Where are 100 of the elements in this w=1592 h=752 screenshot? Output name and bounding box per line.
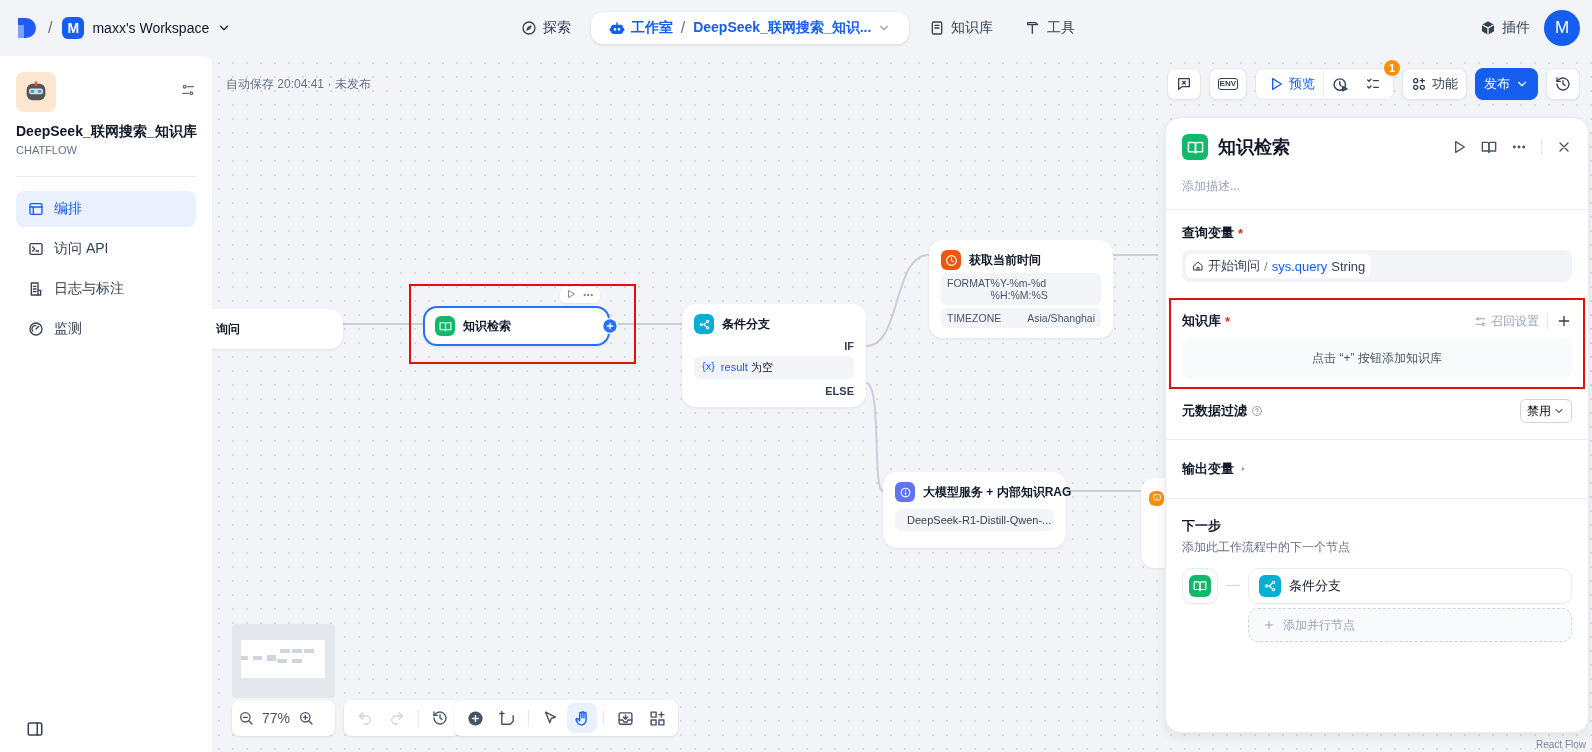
- sidebar-item[interactable]: 编排: [16, 191, 196, 227]
- parameter-key: FORMAT: [947, 277, 991, 301]
- note-icon: [498, 709, 516, 727]
- zoom-level[interactable]: 77%: [256, 710, 297, 726]
- section-title: 下一步: [1182, 517, 1222, 535]
- plus-icon: [1263, 619, 1275, 631]
- node-title: 获取当前时间: [969, 251, 1041, 269]
- hand-tool[interactable]: [567, 703, 597, 733]
- variable-chip[interactable]: 开始询问 / sys.query String: [1186, 254, 1372, 278]
- model-node-icon: [895, 482, 915, 502]
- publish-button[interactable]: 发布: [1475, 68, 1538, 100]
- clock-node-icon: [941, 250, 961, 270]
- parameter-value: Asia/Shanghai: [1027, 312, 1095, 324]
- field-label: 元数据过滤: [1182, 402, 1247, 420]
- parameter-key: TIMEZONE: [947, 312, 1002, 324]
- terminal-icon: [28, 241, 44, 257]
- empty-knowledge-hint: 点击 “+” 按钮添加知识库: [1182, 338, 1572, 379]
- next-node-card[interactable]: 条件分支: [1248, 568, 1572, 604]
- nav-tab[interactable]: 工具: [1013, 12, 1088, 44]
- workflow-node[interactable]: [1141, 478, 1165, 568]
- env-button[interactable]: ENV: [1208, 68, 1247, 100]
- node-title: 大模型服务 + 内部知识RAG: [923, 483, 1072, 501]
- autosave-status: 自动保存 20:04:41 · 未发布: [226, 76, 371, 93]
- field-label: 知识库: [1182, 312, 1221, 330]
- required-mark: *: [1225, 313, 1231, 329]
- branch-node-icon: [1259, 575, 1281, 597]
- condition-text: result 为空: [720, 360, 773, 375]
- home-icon: [1192, 260, 1204, 272]
- undo-icon: [357, 710, 373, 726]
- workflow-node[interactable]: 条件分支 IF {x} result 为空 ELSE: [682, 304, 866, 407]
- grid-icon: [648, 709, 666, 727]
- clock-play-icon: [1332, 75, 1349, 93]
- variable-icon: {x}: [702, 360, 715, 375]
- query-variable-field[interactable]: 开始询问 / sys.query String: [1182, 250, 1572, 282]
- zoom-in-icon[interactable]: [298, 710, 315, 726]
- add-handle-icon[interactable]: [602, 318, 618, 334]
- redo-icon: [389, 710, 405, 726]
- notification-badge: 1: [1384, 60, 1400, 76]
- version-history-button[interactable]: [1546, 68, 1580, 100]
- node-title: 询问: [216, 320, 240, 338]
- field-label: 查询变量: [1182, 224, 1234, 242]
- required-mark: *: [1238, 225, 1244, 241]
- nav-tab[interactable]: 工作室: [600, 12, 681, 44]
- user-avatar[interactable]: M: [1544, 10, 1580, 46]
- breadcrumb-separator: /: [48, 19, 53, 37]
- features-icon: [1411, 76, 1427, 92]
- conversation-variables-button[interactable]: [1166, 68, 1201, 100]
- nav-tab[interactable]: 探索: [508, 12, 583, 44]
- knowledge-node-icon: [1182, 134, 1208, 160]
- cube-icon: [1480, 20, 1496, 36]
- app-type: CHATFLOW: [16, 144, 78, 156]
- branch-label: IF: [843, 340, 854, 352]
- knowledge-node-icon: [1189, 575, 1211, 597]
- play-icon[interactable]: [566, 289, 576, 299]
- nav-tab[interactable]: 知识库: [917, 12, 1006, 44]
- app-icon: [16, 72, 56, 112]
- zoom-out-icon[interactable]: [238, 710, 254, 726]
- document-icon: [28, 281, 44, 297]
- add-icon[interactable]: [1556, 313, 1572, 329]
- breadcrumb-separator: /: [680, 19, 686, 37]
- settings-icon[interactable]: [180, 82, 196, 98]
- sliders-icon: [1474, 314, 1487, 328]
- plugins-link[interactable]: 插件: [1480, 19, 1530, 37]
- branch-node-icon: [694, 314, 714, 334]
- app-switcher[interactable]: DeepSeek_联网搜索_知识...: [685, 19, 900, 37]
- chat-x-icon: [1175, 76, 1192, 92]
- history-icon: [432, 710, 448, 726]
- app-name: DeepSeek_联网搜索_知识库: [16, 122, 196, 140]
- compass-icon: [520, 20, 537, 36]
- add-icon: [466, 709, 484, 727]
- knowledge-node-icon: [435, 316, 455, 336]
- output-variables-toggle[interactable]: 输出变量: [1182, 460, 1572, 478]
- sidebar-item[interactable]: 访问 API: [16, 231, 196, 267]
- sidebar-item[interactable]: 日志与标注: [16, 271, 196, 307]
- features-button[interactable]: 功能: [1402, 68, 1467, 100]
- book-icon[interactable]: [1481, 139, 1497, 155]
- layout-icon: [28, 201, 44, 217]
- workspace-avatar: M: [62, 17, 85, 39]
- help-icon: [1251, 405, 1263, 417]
- section-hint: 添加此工作流程中的下一个节点: [1182, 539, 1351, 556]
- metadata-filter-dropdown[interactable]: 禁用: [1520, 399, 1572, 423]
- history-icon: [1555, 76, 1571, 92]
- attribution-text: React Flow: [1536, 739, 1586, 750]
- robot-icon: [608, 20, 625, 36]
- node-title: 知识检索: [463, 317, 511, 335]
- workflow-node[interactable]: 询问: [212, 309, 343, 349]
- connector-line: [1112, 254, 1159, 256]
- panel-title: 知识检索: [1218, 136, 1291, 159]
- parameter-value: %Y-%m-%d %H:%M:%S: [990, 277, 1049, 301]
- sidebar-item[interactable]: 监测: [16, 311, 196, 347]
- gauge-icon: [28, 321, 44, 337]
- node-title: 条件分支: [1289, 577, 1341, 595]
- workspace-switcher[interactable]: M maxx's Workspace: [62, 17, 232, 39]
- model-chip: DeepSeek-R1-Distill-Qwen-...: [895, 509, 1054, 531]
- branch-label: ELSE: [824, 385, 854, 397]
- tray-icon: [616, 709, 634, 727]
- node-title: 条件分支: [722, 315, 770, 333]
- app-logo[interactable]: [16, 16, 38, 40]
- sidebar-toggle-icon[interactable]: [26, 720, 44, 738]
- workflow-node[interactable]: 获取当前时间 FORMAT%Y-%m-%d %H:%M:%S TIMEZONE Asia/Shanghai: [929, 240, 1113, 338]
